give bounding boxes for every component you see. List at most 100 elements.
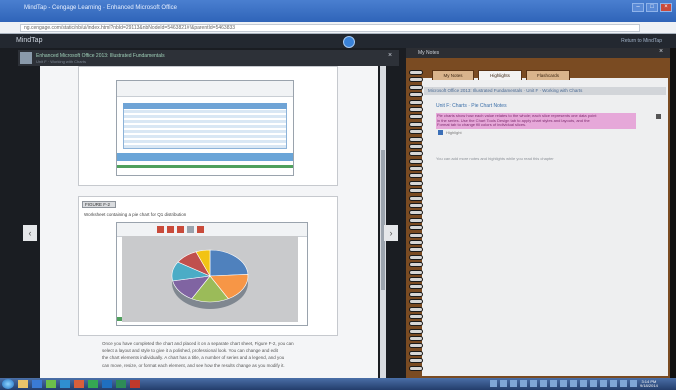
spiral-ring	[409, 114, 423, 120]
spiral-ring	[409, 232, 423, 238]
spiral-ring	[409, 365, 423, 371]
app-menu-icon[interactable]	[343, 36, 355, 48]
tray-icon[interactable]	[580, 380, 587, 387]
spiral-ring	[409, 321, 423, 327]
body-paragraph-line: can move, resize, or format each element…	[102, 362, 285, 368]
body-text: Once you have completed the chart and pl…	[102, 340, 332, 369]
tray-icon[interactable]	[530, 380, 537, 387]
body-paragraph-line: select a layout and style to give it a p…	[102, 348, 278, 354]
ribbon-tools	[157, 226, 204, 233]
notebook-spiral	[409, 70, 423, 378]
spiral-ring	[409, 129, 423, 135]
tray-icon[interactable]	[490, 380, 497, 387]
url-field[interactable]: ng.cengage.com/static/nb/ui/index.html?n…	[20, 24, 640, 32]
tray-icon[interactable]	[550, 380, 557, 387]
word-icon[interactable]	[102, 380, 112, 388]
chart-style-icon	[187, 226, 194, 233]
tab-flashcards[interactable]: Flashcards	[526, 70, 570, 80]
sheet-tab-strip	[117, 165, 293, 168]
chart-style-icon	[167, 226, 174, 233]
spiral-ring	[409, 239, 423, 245]
tray-icon[interactable]	[500, 380, 507, 387]
note-meta: Highlight	[446, 130, 462, 135]
pdf-icon[interactable]	[130, 380, 140, 388]
spiral-ring	[409, 151, 423, 157]
notes-panel-title: My Notes	[418, 50, 440, 56]
folder-icon[interactable]	[18, 380, 28, 388]
app-header: MindTap Return to MindTap	[0, 34, 676, 48]
spiral-ring	[409, 136, 423, 142]
spiral-ring	[409, 195, 423, 201]
spiral-ring	[409, 121, 423, 127]
spiral-ring	[409, 291, 423, 297]
notes-banner-text: Microsoft Office 2013: Illustrated Funda…	[428, 88, 583, 93]
ie-icon[interactable]	[32, 380, 42, 388]
spiral-ring	[409, 173, 423, 179]
figure-2-tag: FIGURE F-2	[82, 201, 116, 208]
body-paragraph-line: the chart elements individually. A chart…	[102, 355, 285, 361]
excel-icon[interactable]	[116, 380, 126, 388]
spiral-ring	[409, 358, 423, 364]
tray-icon[interactable]	[620, 380, 627, 387]
next-page-button[interactable]: ›	[384, 225, 398, 241]
spiral-ring	[409, 70, 423, 75]
mail-icon[interactable]	[60, 380, 70, 388]
previous-page-button[interactable]: ‹	[23, 225, 37, 241]
spiral-ring	[409, 210, 423, 216]
tab-highlights[interactable]: Highlights	[478, 70, 522, 80]
system-tray	[490, 380, 637, 387]
figure-1-spreadsheet-image	[116, 80, 294, 176]
tray-icon[interactable]	[600, 380, 607, 387]
tray-icon[interactable]	[610, 380, 617, 387]
reader-scroll-thumb[interactable]	[381, 150, 385, 290]
tray-icon[interactable]	[540, 380, 547, 387]
spiral-ring	[409, 158, 423, 164]
app-logo[interactable]: MindTap	[16, 37, 42, 44]
clock-date: 9/18/2014	[640, 383, 658, 388]
return-link[interactable]: Return to MindTap	[621, 38, 662, 44]
office-icon[interactable]	[74, 380, 84, 388]
side-toolbar	[670, 48, 676, 378]
spiral-ring	[409, 217, 423, 223]
tray-icon[interactable]	[590, 380, 597, 387]
spiral-ring	[409, 77, 423, 83]
highlight-line: Format tab to change fill colors of indi…	[437, 123, 527, 128]
browser-titlebar: MindTap - Cengage Learning · Enhanced Mi…	[0, 0, 676, 22]
notes-footer-text: You can add more notes and highlights wh…	[436, 156, 554, 161]
minimize-button[interactable]: –	[632, 3, 644, 12]
spreadsheet-header-row	[123, 103, 287, 109]
close-window-button[interactable]: ×	[660, 3, 672, 12]
note-edit-icon[interactable]	[438, 130, 443, 135]
tray-icon[interactable]	[520, 380, 527, 387]
tab-my-notes[interactable]: My Notes	[432, 70, 474, 80]
maximize-button[interactable]: □	[646, 3, 658, 12]
spiral-ring	[409, 225, 423, 231]
notes-close-icon[interactable]: ×	[659, 48, 663, 55]
tray-icon[interactable]	[510, 380, 517, 387]
spiral-ring	[409, 284, 423, 290]
spiral-ring	[409, 269, 423, 275]
tray-icon[interactable]	[560, 380, 567, 387]
spreadsheet-table	[123, 103, 287, 149]
chrome-icon[interactable]	[88, 380, 98, 388]
note-highlight-text: Pie charts show how each value relates t…	[437, 114, 635, 128]
spiral-ring	[409, 254, 423, 260]
media-icon[interactable]	[46, 380, 56, 388]
note-options-icon[interactable]	[656, 114, 661, 119]
reader-close-icon[interactable]: ×	[388, 52, 392, 59]
spiral-ring	[409, 166, 423, 172]
browser-tab-title[interactable]: MindTap - Cengage Learning · Enhanced Mi…	[24, 5, 177, 11]
spiral-ring	[409, 306, 423, 312]
pie-chart-area	[122, 236, 298, 322]
note-heading[interactable]: Unit F: Charts · Pie Chart Notes	[436, 103, 507, 109]
spiral-ring	[409, 328, 423, 334]
start-button[interactable]	[2, 379, 14, 389]
excel-ribbon	[117, 223, 307, 237]
window-controls: – □ ×	[632, 3, 672, 12]
tray-icon[interactable]	[630, 380, 637, 387]
spiral-ring	[409, 350, 423, 356]
taskbar-clock[interactable]: 3:14 PM 9/18/2014	[640, 380, 658, 388]
spiral-ring	[409, 247, 423, 253]
chart-style-icon	[157, 226, 164, 233]
tray-icon[interactable]	[570, 380, 577, 387]
